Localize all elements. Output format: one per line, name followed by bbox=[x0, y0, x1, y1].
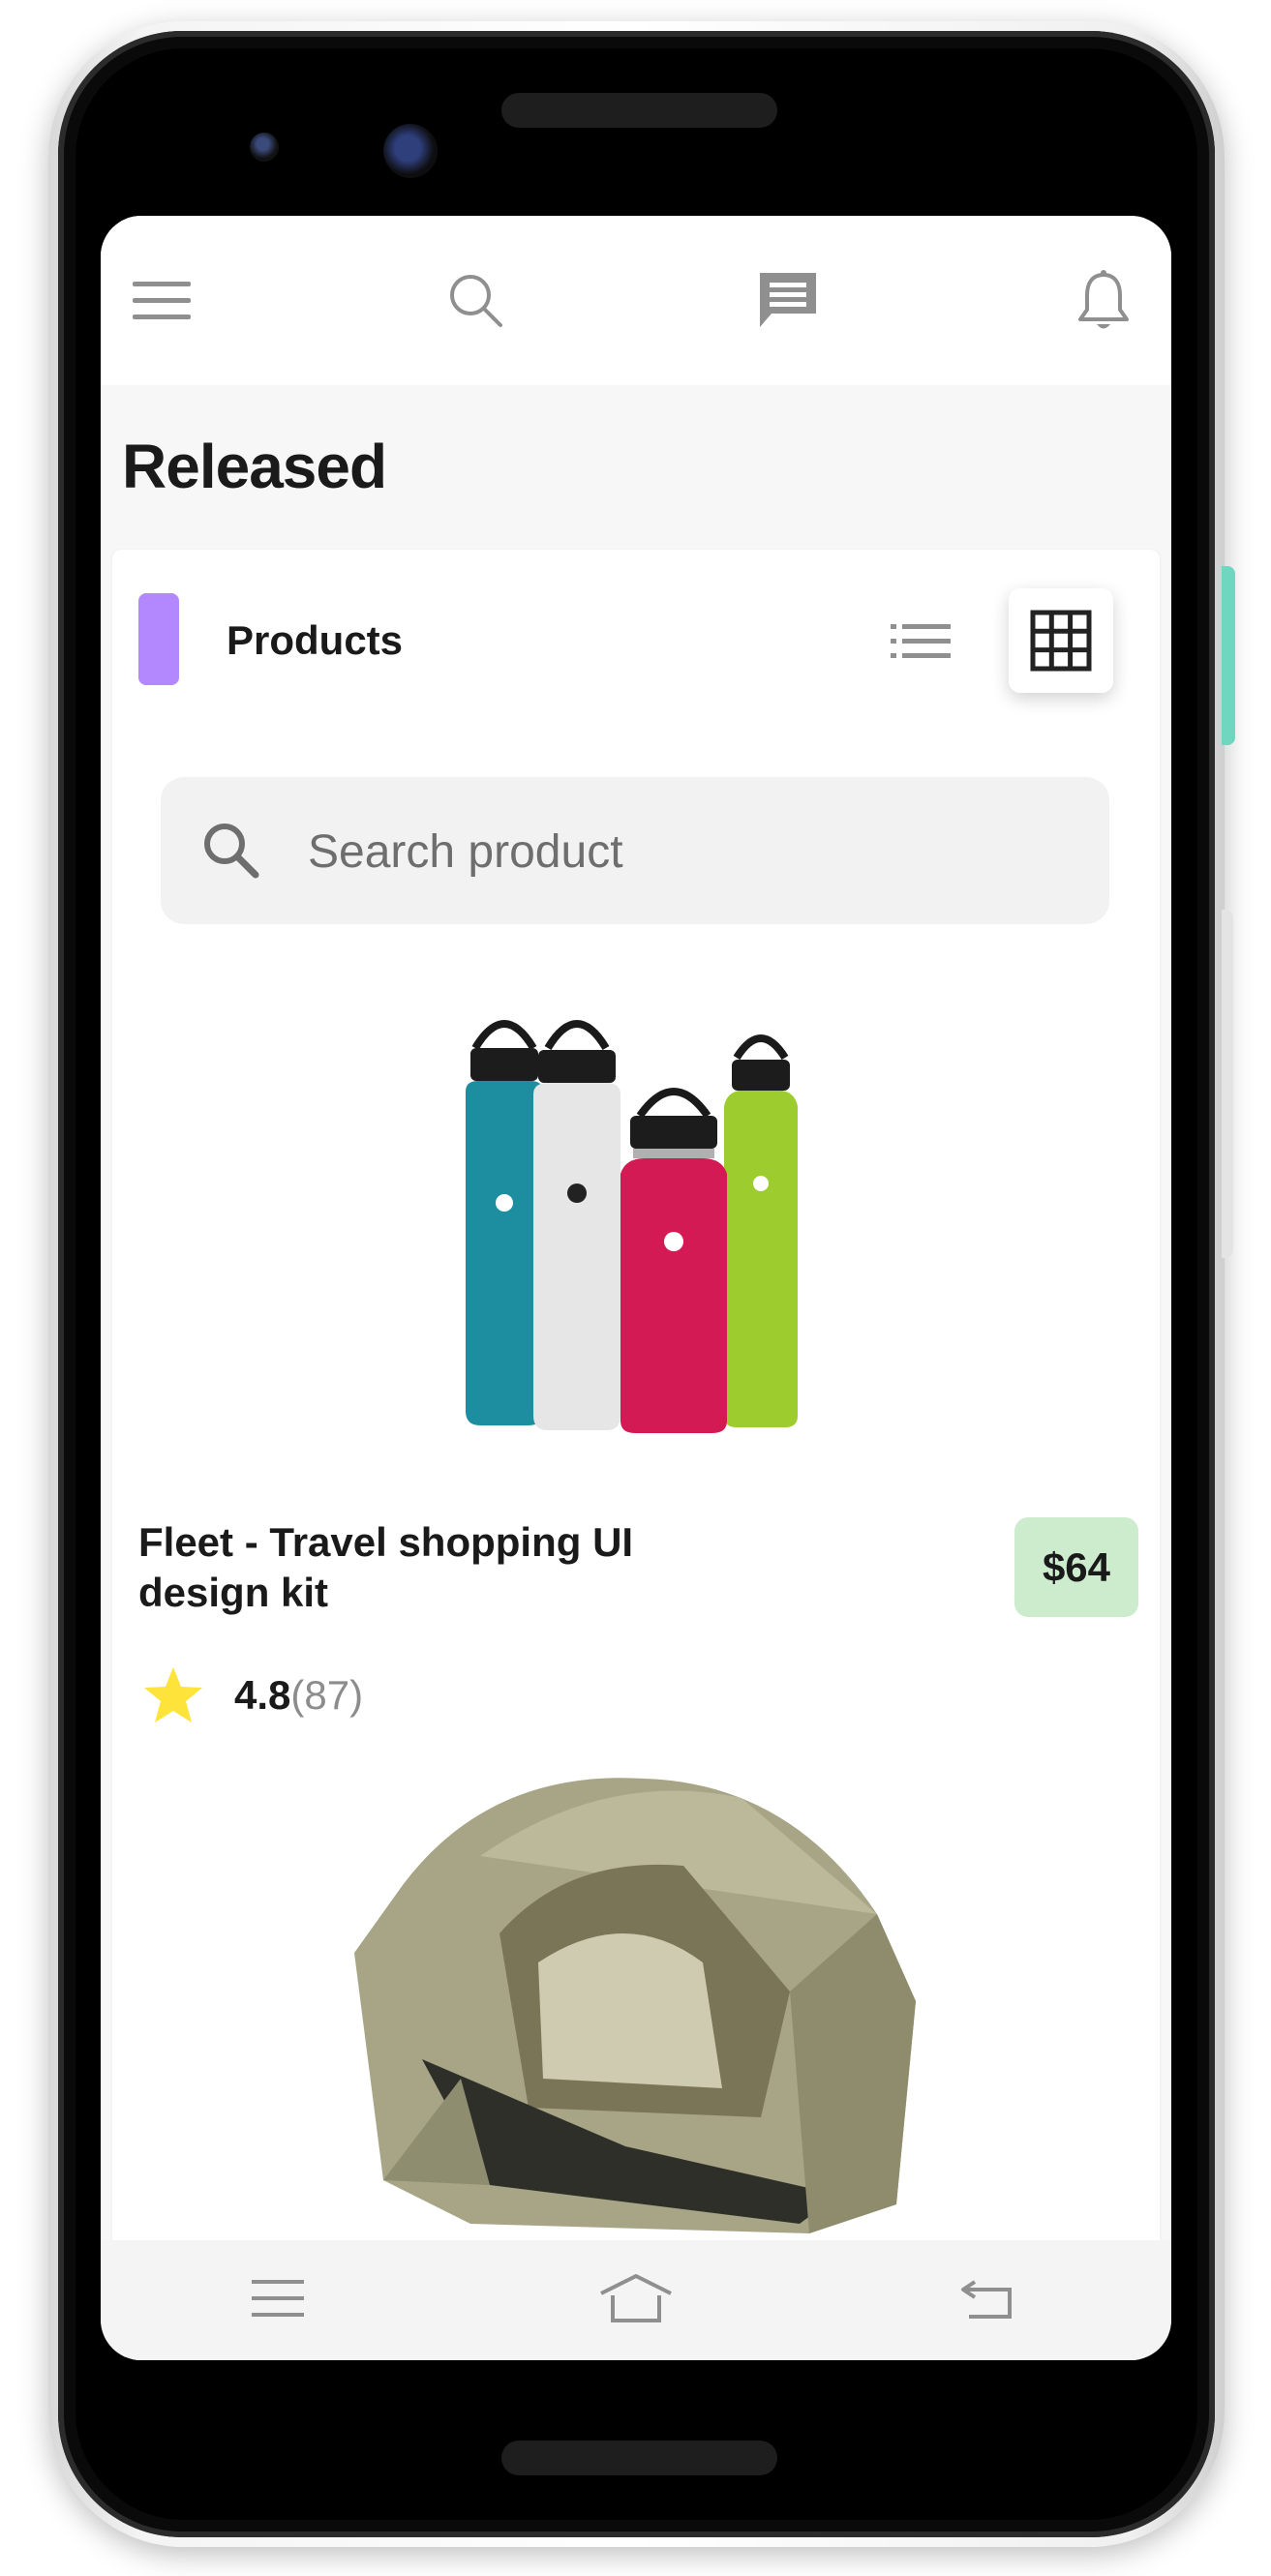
star-icon bbox=[144, 1667, 202, 1722]
grid-view-button[interactable] bbox=[1009, 588, 1113, 693]
top-speaker bbox=[501, 93, 777, 128]
top-app-bar bbox=[101, 216, 1171, 385]
rating-value: 4.8 bbox=[234, 1672, 291, 1718]
card-accent-bar bbox=[138, 593, 179, 685]
water-bottles-image[interactable] bbox=[432, 1000, 838, 1435]
volume-button bbox=[1222, 910, 1233, 1258]
card-title: Products bbox=[227, 617, 404, 663]
rating-count: (87) bbox=[290, 1672, 364, 1718]
search-icon bbox=[204, 824, 259, 879]
power-button bbox=[1222, 566, 1235, 745]
hamburger-menu-icon[interactable] bbox=[125, 264, 198, 338]
product-search-input[interactable] bbox=[306, 816, 1065, 887]
back-icon[interactable] bbox=[943, 2260, 1030, 2337]
grid-view-icon bbox=[1030, 610, 1092, 672]
chat-icon[interactable] bbox=[751, 264, 825, 338]
products-card: Products Search product Fleet - Travel s… bbox=[112, 550, 1160, 2360]
home-icon[interactable] bbox=[592, 2260, 680, 2337]
tent-image[interactable] bbox=[335, 1740, 935, 2243]
recent-apps-icon[interactable] bbox=[234, 2260, 321, 2337]
front-camera-icon bbox=[383, 124, 438, 178]
page-title: Released bbox=[122, 432, 387, 501]
list-view-icon[interactable] bbox=[877, 603, 964, 680]
system-nav-bar bbox=[101, 2240, 1171, 2360]
product-name[interactable]: Fleet - Travel shopping UI design kit bbox=[138, 1517, 739, 1618]
product-search-box[interactable] bbox=[161, 777, 1109, 924]
sensor-icon bbox=[250, 133, 279, 162]
rating-row: 4.8 (87) bbox=[141, 1661, 363, 1730]
price-badge: $64 bbox=[1014, 1517, 1138, 1617]
bell-icon[interactable] bbox=[1067, 264, 1140, 338]
app-screen: Released Products Search product Fleet -… bbox=[101, 216, 1171, 2360]
bottom-speaker bbox=[501, 2441, 777, 2475]
search-icon[interactable] bbox=[439, 264, 513, 338]
